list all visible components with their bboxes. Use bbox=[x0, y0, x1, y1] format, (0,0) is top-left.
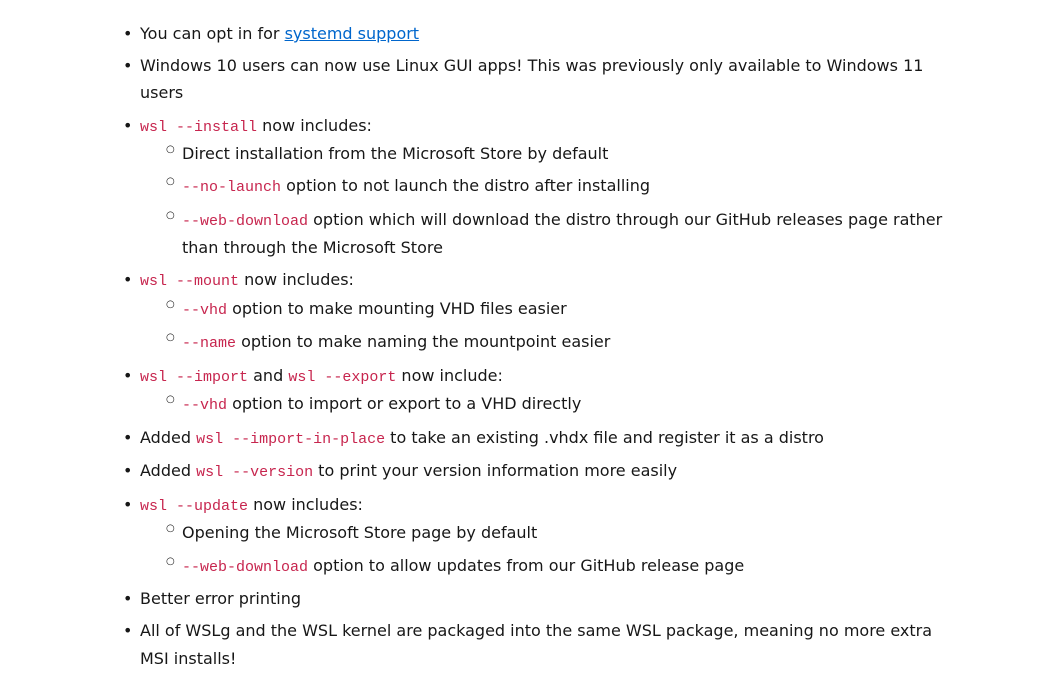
text: now includes: bbox=[248, 495, 363, 514]
text: now includes: bbox=[239, 270, 354, 289]
list-item: --no-launch option to not launch the dis… bbox=[182, 172, 959, 201]
list-item: --name option to make naming the mountpo… bbox=[182, 328, 959, 357]
code-inline: wsl --import-in-place bbox=[196, 431, 385, 448]
code-inline: wsl --import bbox=[140, 369, 248, 386]
text: option to not launch the distro after in… bbox=[281, 176, 650, 195]
list-item: --vhd option to import or export to a VH… bbox=[182, 390, 959, 419]
sub-list: --vhd option to import or export to a VH… bbox=[140, 390, 959, 419]
text: and bbox=[248, 366, 288, 385]
code-inline: --name bbox=[182, 335, 236, 352]
list-item: wsl --mount now includes: --vhd option t… bbox=[140, 266, 959, 357]
list-item: Better error printing bbox=[140, 585, 959, 612]
changelog-list: You can opt in for systemd support Windo… bbox=[100, 20, 959, 672]
text: option to make naming the mountpoint eas… bbox=[236, 332, 610, 351]
text: option to import or export to a VHD dire… bbox=[227, 394, 581, 413]
text: option to make mounting VHD files easier bbox=[227, 299, 567, 318]
list-item: wsl --update now includes: Opening the M… bbox=[140, 491, 959, 580]
code-inline: --web-download bbox=[182, 559, 308, 576]
list-item: All of WSLg and the WSL kernel are packa… bbox=[140, 617, 959, 671]
list-item: Windows 10 users can now use Linux GUI a… bbox=[140, 52, 959, 106]
sub-list: Direct installation from the Microsoft S… bbox=[140, 140, 959, 261]
text: Added bbox=[140, 428, 196, 447]
list-item: Added wsl --import-in-place to take an e… bbox=[140, 424, 959, 453]
code-inline: --no-launch bbox=[182, 179, 281, 196]
code-inline: --web-download bbox=[182, 213, 308, 230]
list-item: wsl --install now includes: Direct insta… bbox=[140, 112, 959, 262]
sub-list: Opening the Microsoft Store page by defa… bbox=[140, 519, 959, 580]
code-inline: wsl --version bbox=[196, 464, 313, 481]
text: Added bbox=[140, 461, 196, 480]
code-inline: wsl --install bbox=[140, 119, 257, 136]
code-inline: --vhd bbox=[182, 302, 227, 319]
text: now include: bbox=[396, 366, 503, 385]
list-item: Opening the Microsoft Store page by defa… bbox=[182, 519, 959, 546]
list-item: Added wsl --version to print your versio… bbox=[140, 457, 959, 486]
text: now includes: bbox=[257, 116, 372, 135]
text: to print your version information more e… bbox=[313, 461, 677, 480]
code-inline: --vhd bbox=[182, 397, 227, 414]
list-item: --web-download option to allow updates f… bbox=[182, 552, 959, 581]
list-item: --web-download option which will downloa… bbox=[182, 206, 959, 262]
list-item: wsl --import and wsl --export now includ… bbox=[140, 362, 959, 419]
sub-list: --vhd option to make mounting VHD files … bbox=[140, 295, 959, 357]
code-inline: wsl --update bbox=[140, 498, 248, 515]
text: You can opt in for bbox=[140, 24, 285, 43]
text: option to allow updates from our GitHub … bbox=[308, 556, 744, 575]
code-inline: wsl --mount bbox=[140, 273, 239, 290]
list-item: You can opt in for systemd support bbox=[140, 20, 959, 47]
list-item: --vhd option to make mounting VHD files … bbox=[182, 295, 959, 324]
list-item: Direct installation from the Microsoft S… bbox=[182, 140, 959, 167]
code-inline: wsl --export bbox=[288, 369, 396, 386]
text: to take an existing .vhdx file and regis… bbox=[385, 428, 824, 447]
systemd-support-link[interactable]: systemd support bbox=[285, 24, 420, 43]
